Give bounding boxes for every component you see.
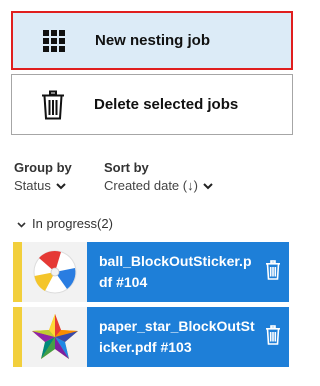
grid-icon	[34, 29, 74, 53]
job-body: ball_BlockOutSticker.pdf #104	[87, 242, 289, 302]
sort-by-filter: Sort by Created date (↓)	[104, 160, 213, 193]
job-title: ball_BlockOutSticker.pdf #104	[99, 253, 252, 290]
trash-icon	[265, 259, 281, 285]
group-by-value: Status	[14, 178, 51, 193]
beach-ball-thumbnail	[22, 242, 87, 302]
sort-by-title: Sort by	[104, 160, 149, 175]
job-card[interactable]: ball_BlockOutSticker.pdf #104	[13, 242, 289, 302]
new-nesting-job-label: New nesting job	[95, 32, 211, 49]
paper-star-thumbnail	[22, 307, 87, 367]
sort-by-dropdown[interactable]: Created date (↓)	[104, 178, 213, 193]
chevron-down-icon	[203, 178, 213, 193]
job-card[interactable]: paper_star_BlockOutSticker.pdf #103	[13, 307, 289, 367]
sort-by-value: Created date (↓)	[104, 178, 198, 193]
trash-icon	[33, 90, 73, 120]
delete-selected-jobs-label: Delete selected jobs	[94, 96, 239, 113]
chevron-down-icon	[56, 178, 66, 193]
trash-icon	[265, 324, 281, 350]
in-progress-status-strip	[13, 307, 22, 367]
new-nesting-job-button[interactable]: New nesting job	[11, 11, 293, 70]
in-progress-status-strip	[13, 242, 22, 302]
nesting-jobs-panel: New nesting job Delete selected jobs Gro…	[0, 0, 301, 386]
group-by-title: Group by	[14, 160, 72, 175]
delete-selected-jobs-button[interactable]: Delete selected jobs	[11, 74, 293, 135]
group-by-dropdown[interactable]: Status	[14, 178, 72, 193]
in-progress-section-label: In progress(2)	[32, 216, 113, 231]
delete-job-button[interactable]	[257, 324, 289, 350]
job-title: paper_star_BlockOutSticker.pdf #103	[99, 318, 255, 355]
job-body: paper_star_BlockOutSticker.pdf #103	[87, 307, 289, 367]
delete-job-button[interactable]	[257, 259, 289, 285]
in-progress-section-toggle[interactable]: In progress(2)	[17, 216, 113, 231]
chevron-down-icon	[17, 216, 26, 231]
group-by-filter: Group by Status	[14, 160, 72, 193]
